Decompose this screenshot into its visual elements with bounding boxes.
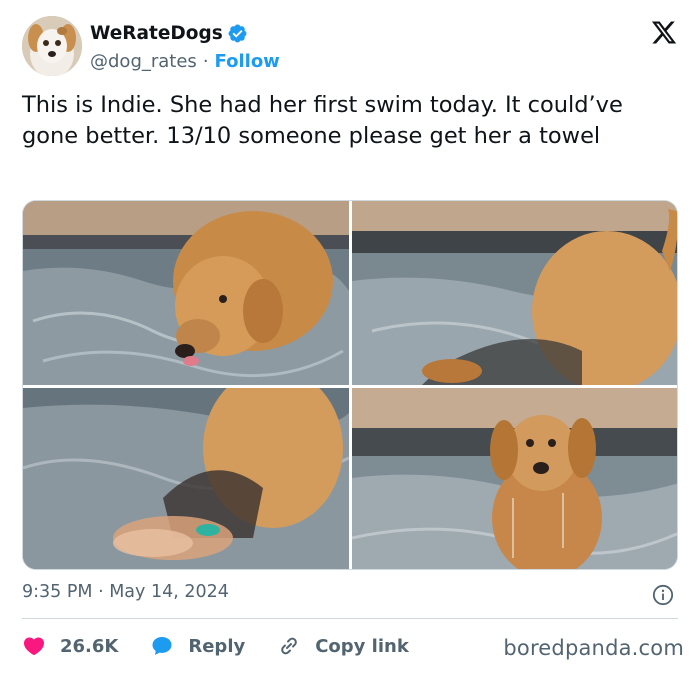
watermark: boredpanda.com — [503, 636, 684, 660]
wet-puppy-facing-camera-icon — [352, 388, 677, 569]
tweet-timestamp[interactable]: 9:35 PM · May 14, 2024 — [22, 582, 229, 602]
photo-2[interactable] — [352, 201, 677, 385]
media-grid — [22, 200, 678, 570]
copy-link-button[interactable]: Copy link — [277, 634, 409, 658]
user-handle[interactable]: @dog_rates — [90, 51, 197, 72]
follow-button[interactable]: Follow — [215, 51, 280, 72]
info-icon[interactable] — [652, 584, 674, 606]
user-info: WeRateDogs @dog_rates · Follow — [90, 20, 280, 73]
photo-4[interactable] — [352, 388, 677, 569]
puppy-licking-water-icon — [23, 201, 349, 385]
reply-button[interactable]: Reply — [150, 634, 245, 658]
puppy-walking-in-pool-icon — [352, 201, 677, 385]
tweet-header: WeRateDogs @dog_rates · Follow — [22, 16, 682, 80]
copy-link-label: Copy link — [315, 635, 409, 657]
photo-3[interactable] — [23, 388, 349, 569]
display-name[interactable]: WeRateDogs — [90, 23, 223, 44]
divider — [22, 618, 678, 619]
photo-1[interactable] — [23, 201, 349, 385]
heart-icon — [23, 637, 45, 656]
link-icon — [281, 637, 298, 655]
reply-label: Reply — [188, 635, 246, 657]
verified-badge-icon — [228, 24, 247, 42]
puppy-splashing-icon — [23, 388, 349, 569]
reply-bubble-icon — [152, 637, 172, 655]
separator-dot: · — [202, 50, 209, 72]
dog-avatar-icon — [22, 16, 82, 76]
avatar[interactable] — [22, 16, 82, 76]
tweet-text: This is Indie. She had her first swim to… — [22, 92, 623, 149]
like-button[interactable]: 26.6K — [22, 634, 118, 658]
like-count: 26.6K — [60, 635, 119, 657]
x-logo-icon[interactable] — [650, 19, 678, 46]
tweet-actions: 26.6K Reply Copy link — [22, 630, 441, 662]
